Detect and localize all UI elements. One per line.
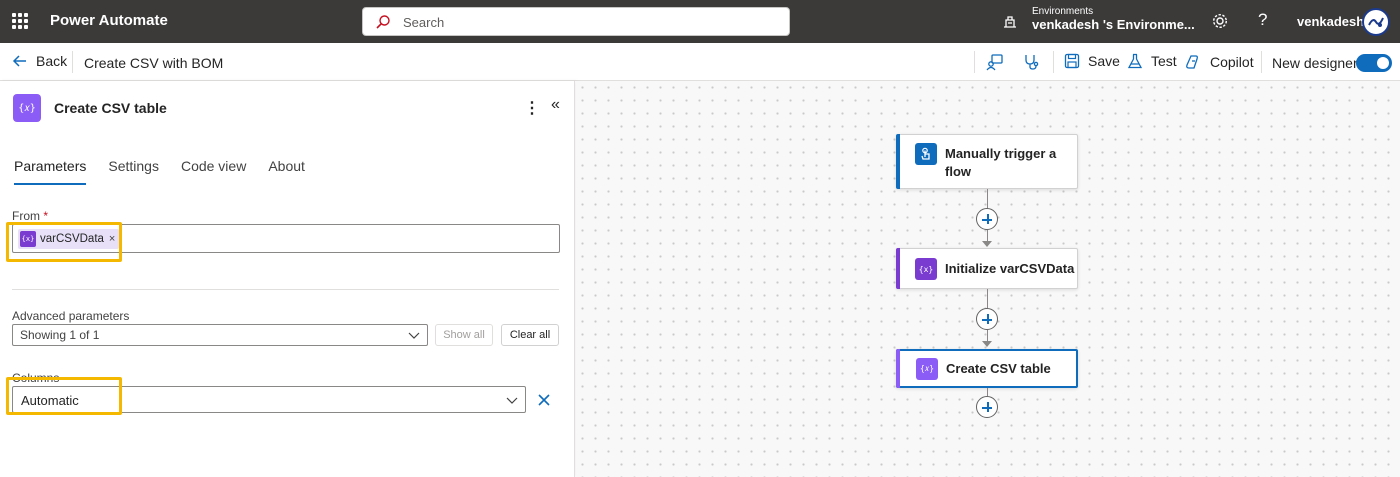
copilot-icon	[1186, 55, 1198, 69]
divider	[1261, 51, 1262, 73]
csv-table-action-icon: {𝑥}	[916, 358, 938, 380]
annotation-highlight-box	[6, 377, 122, 415]
node-label: Create CSV table	[946, 361, 1051, 376]
environment-icon	[1004, 16, 1016, 28]
section-divider	[12, 289, 559, 290]
app-launcher-icon[interactable]	[12, 13, 28, 29]
csv-table-action-icon: {𝑥}	[13, 94, 41, 122]
variable-icon: {x}	[915, 258, 937, 280]
divider	[1053, 51, 1054, 73]
new-designer-toggle[interactable]	[1356, 54, 1392, 72]
chevron-down-icon	[408, 332, 420, 339]
avatar-logo-icon	[1368, 17, 1384, 27]
more-options-icon[interactable]: ⋮	[524, 98, 540, 118]
flow-node-trigger[interactable]: Manually trigger a flow	[896, 134, 1078, 189]
top-bar: Power Automate Search Environments venka…	[0, 0, 1400, 43]
search-placeholder: Search	[403, 15, 445, 30]
save-button[interactable]: Save	[1064, 53, 1120, 69]
user-name[interactable]: venkadesh	[1297, 14, 1364, 29]
flow-name: Create CSV with BOM	[84, 55, 224, 71]
collapse-panel-icon[interactable]: «	[551, 96, 560, 114]
tab-about[interactable]: About	[268, 158, 305, 185]
from-label: From *	[12, 209, 48, 223]
command-bar: Back Create CSV with BOM Save Test Copil…	[0, 43, 1400, 81]
copilot-label: Copilot	[1210, 54, 1254, 70]
add-action-plus-icon[interactable]	[976, 308, 998, 330]
new-designer-label: New designer	[1272, 55, 1358, 71]
back-label: Back	[36, 53, 68, 69]
save-icon	[1064, 53, 1080, 69]
flow-node-create-csv-table[interactable]: {𝑥} Create CSV table	[896, 349, 1078, 388]
connector-line	[987, 189, 988, 208]
add-action-plus-icon[interactable]	[976, 396, 998, 418]
advanced-parameters-label: Advanced parameters	[12, 309, 130, 323]
connector-arrow	[982, 341, 992, 347]
search-icon	[376, 15, 390, 29]
flow-checker-stethoscope-icon[interactable]	[1022, 53, 1040, 71]
environment-label: Environments	[1032, 6, 1094, 17]
from-label-text: From	[12, 209, 40, 223]
save-label: Save	[1088, 53, 1120, 69]
connector-line	[987, 388, 988, 396]
search-input[interactable]: Search	[362, 7, 790, 36]
node-accent-bar	[896, 349, 900, 388]
connector-arrow	[982, 241, 992, 247]
help-icon[interactable]: ?	[1258, 10, 1267, 30]
divider	[974, 51, 975, 73]
avatar[interactable]	[1362, 8, 1390, 36]
show-all-button[interactable]: Show all	[435, 324, 493, 346]
environment-picker[interactable]: venkadesh 's Environme...	[1032, 17, 1195, 32]
tab-settings[interactable]: Settings	[108, 158, 159, 185]
test-label: Test	[1151, 53, 1177, 69]
test-button[interactable]: Test	[1127, 53, 1177, 69]
required-marker: *	[43, 209, 49, 223]
advanced-parameters-dropdown[interactable]: Showing 1 of 1	[12, 324, 428, 346]
chevron-down-icon	[506, 397, 518, 404]
node-accent-bar	[896, 134, 900, 189]
app-name[interactable]: Power Automate	[50, 12, 168, 29]
node-label: Initialize varCSVData	[945, 261, 1075, 276]
clear-columns-icon[interactable]	[537, 393, 551, 407]
annotation-highlight-box	[6, 222, 122, 262]
copilot-button[interactable]: Copilot	[1184, 53, 1254, 71]
flask-icon	[1127, 53, 1143, 69]
hand-touch-icon	[915, 143, 937, 165]
advanced-parameters-value: Showing 1 of 1	[20, 328, 100, 342]
settings-gear-icon[interactable]	[1211, 12, 1229, 30]
flow-node-initialize-variable[interactable]: {x} Initialize varCSVData	[896, 248, 1078, 289]
arrow-left-icon	[12, 55, 26, 67]
panel-tabs: Parameters Settings Code view About	[14, 158, 305, 185]
tab-parameters[interactable]: Parameters	[14, 158, 87, 185]
add-action-plus-icon[interactable]	[976, 208, 998, 230]
designer-canvas[interactable]: Manually trigger a flow {x} Initialize v…	[576, 81, 1400, 477]
feedback-person-icon[interactable]	[986, 53, 1004, 71]
divider	[72, 51, 73, 73]
clear-all-button[interactable]: Clear all	[501, 324, 559, 346]
back-button[interactable]: Back	[12, 53, 67, 69]
action-details-panel: {𝑥} Create CSV table ⋮ « Parameters Sett…	[0, 81, 575, 477]
node-label: Manually trigger a flow	[945, 146, 1057, 179]
panel-title[interactable]: Create CSV table	[54, 100, 167, 116]
tab-code-view[interactable]: Code view	[181, 158, 246, 185]
node-accent-bar	[896, 248, 900, 289]
connector-line	[987, 289, 988, 308]
